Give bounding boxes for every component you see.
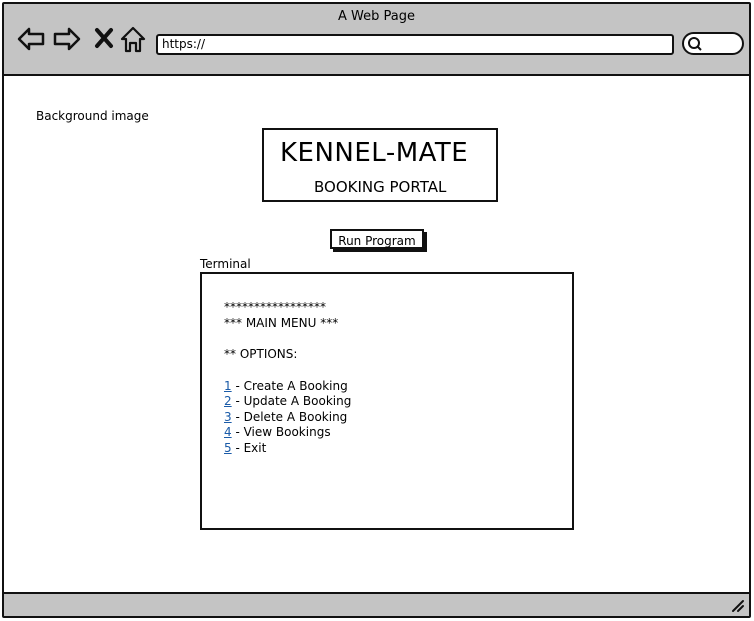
option-number[interactable]: 2 — [224, 394, 232, 408]
option-number[interactable]: 1 — [224, 379, 232, 393]
search-box[interactable] — [682, 32, 744, 55]
close-x-icon[interactable] — [90, 24, 120, 54]
logo-box: KENNEL-MATE BOOKING PORTAL — [262, 128, 498, 202]
terminal-output: ***************** *** MAIN MENU *** ** O… — [224, 300, 351, 456]
resize-grip-icon[interactable] — [731, 599, 745, 613]
terminal-menu-title: *** MAIN MENU *** — [224, 315, 339, 330]
menu-option-delete[interactable]: 3 - Delete A Booking — [224, 410, 351, 426]
option-text: - Exit — [231, 440, 267, 455]
menu-option-view[interactable]: 4 - View Bookings — [224, 425, 351, 441]
terminal-stars: ***************** — [224, 300, 326, 314]
option-number[interactable]: 4 — [224, 425, 232, 439]
menu-option-update[interactable]: 2 - Update A Booking — [224, 394, 351, 410]
background-image-label: Background image — [36, 109, 149, 123]
window-title: A Web Page — [338, 9, 415, 24]
terminal[interactable]: ***************** *** MAIN MENU *** ** O… — [200, 272, 574, 530]
browser-window: A Web Page https:// Background image KEN… — [2, 2, 751, 618]
menu-option-create[interactable]: 1 - Create A Booking — [224, 379, 351, 395]
search-icon — [688, 37, 702, 51]
logo-title: KENNEL-MATE — [280, 138, 469, 168]
option-text: - Create A Booking — [231, 378, 348, 393]
menu-option-exit[interactable]: 5 - Exit — [224, 441, 351, 457]
forward-arrow-icon[interactable] — [52, 24, 82, 54]
browser-toolbar: A Web Page https:// — [4, 4, 749, 76]
option-text: - View Bookings — [231, 425, 331, 439]
logo-subtitle: BOOKING PORTAL — [314, 178, 447, 196]
option-number[interactable]: 3 — [224, 410, 232, 424]
home-icon[interactable] — [118, 24, 148, 54]
option-number[interactable]: 5 — [224, 441, 232, 455]
run-program-button[interactable]: Run Program — [330, 229, 424, 249]
back-arrow-icon[interactable] — [16, 24, 46, 54]
status-bar — [4, 592, 749, 616]
url-input[interactable]: https:// — [156, 34, 674, 55]
terminal-options-heading: ** OPTIONS: — [224, 347, 298, 361]
option-text: - Update A Booking — [231, 394, 352, 408]
option-text: - Delete A Booking — [231, 409, 348, 424]
terminal-label: Terminal — [200, 257, 251, 271]
